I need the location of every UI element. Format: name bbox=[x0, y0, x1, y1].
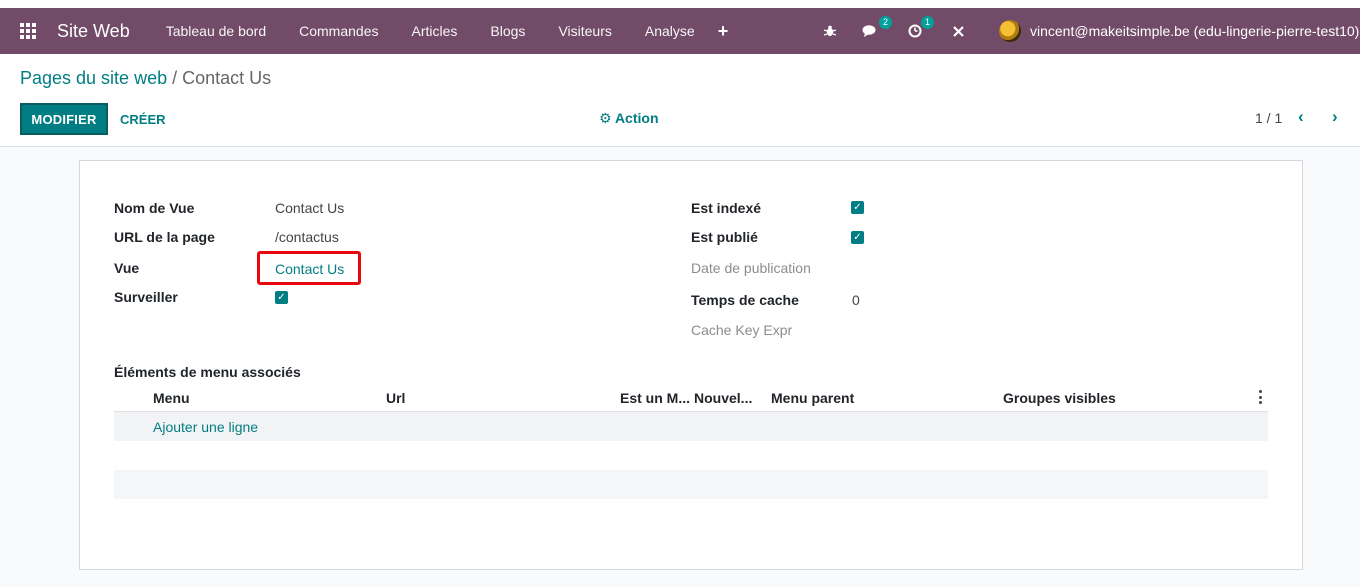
view-name-label: Nom de Vue bbox=[114, 200, 195, 216]
activities-clock-icon[interactable] bbox=[908, 8, 922, 54]
table-row bbox=[114, 470, 1268, 499]
new-content-plus-icon[interactable]: + bbox=[718, 21, 729, 42]
gear-icon: ⚙ bbox=[599, 110, 612, 126]
nav-item-blogs[interactable]: Blogs bbox=[482, 23, 533, 39]
column-header-is-mega-menu[interactable]: Est un M... bbox=[620, 390, 690, 406]
activities-count-badge: 1 bbox=[921, 16, 934, 29]
page-url-label: URL de la page bbox=[114, 229, 215, 245]
app-brand[interactable]: Site Web bbox=[57, 21, 130, 42]
cache-key-label: Cache Key Expr bbox=[691, 322, 793, 338]
track-label: Surveiller bbox=[114, 289, 178, 305]
nav-item-dashboard[interactable]: Tableau de bord bbox=[158, 23, 274, 39]
column-header-menu[interactable]: Menu bbox=[153, 390, 190, 406]
indexed-checkbox[interactable]: ✓ bbox=[851, 201, 864, 214]
debug-bug-icon[interactable] bbox=[823, 8, 837, 54]
cache-time-field[interactable]: 0 bbox=[852, 292, 860, 308]
published-label: Est publié bbox=[691, 229, 758, 245]
nav-item-visitors[interactable]: Visiteurs bbox=[550, 23, 619, 39]
nav-item-articles[interactable]: Articles bbox=[404, 23, 466, 39]
column-header-visible-groups[interactable]: Groupes visibles bbox=[1003, 390, 1116, 406]
user-name: vincent@makeitsimple.be (edu-lingerie-pi… bbox=[1030, 23, 1360, 39]
messages-icon[interactable] bbox=[862, 8, 880, 54]
menu-items-title: Éléments de menu associés bbox=[114, 364, 301, 380]
create-button[interactable]: CRÉER bbox=[120, 103, 166, 135]
indexed-label: Est indexé bbox=[691, 200, 762, 216]
add-line-link[interactable]: Ajouter une ligne bbox=[153, 419, 258, 435]
user-menu[interactable]: vincent@makeitsimple.be (edu-lingerie-pi… bbox=[999, 8, 1359, 54]
breadcrumb: Pages du site web / Contact Us bbox=[20, 68, 271, 89]
table-row bbox=[114, 441, 1268, 470]
view-name-field[interactable]: Contact Us bbox=[275, 200, 344, 216]
breadcrumb-separator: / bbox=[172, 68, 178, 88]
menu-table-header: Menu Url Est un M... Nouvel... Menu pare… bbox=[114, 384, 1268, 412]
pager-next-icon[interactable]: › bbox=[1332, 107, 1338, 127]
column-header-new-window[interactable]: Nouvel... bbox=[694, 390, 752, 406]
breadcrumb-current: Contact Us bbox=[182, 68, 272, 88]
publish-date-label: Date de publication bbox=[691, 260, 811, 276]
page-url-field[interactable]: /contactus bbox=[275, 229, 339, 245]
nav-item-orders[interactable]: Commandes bbox=[291, 23, 386, 39]
nav-item-analytics[interactable]: Analyse bbox=[637, 23, 703, 39]
add-line-row: Ajouter une ligne bbox=[114, 412, 1268, 441]
action-menu-button[interactable]: ⚙ Action bbox=[599, 110, 659, 127]
pager-value[interactable]: 1 / 1 bbox=[1255, 110, 1282, 126]
highlight-box bbox=[257, 251, 361, 285]
view-label: Vue bbox=[114, 260, 140, 276]
top-navbar: Site Web Tableau de bord Commandes Artic… bbox=[0, 8, 1360, 54]
user-avatar bbox=[999, 20, 1021, 42]
track-checkbox[interactable]: ✓ bbox=[275, 291, 288, 304]
apps-menu-icon[interactable] bbox=[20, 23, 36, 39]
edit-button[interactable]: MODIFIER bbox=[20, 103, 108, 135]
column-header-parent-menu[interactable]: Menu parent bbox=[771, 390, 854, 406]
cache-time-label: Temps de cache bbox=[691, 292, 799, 308]
breadcrumb-parent-link[interactable]: Pages du site web bbox=[20, 68, 167, 88]
messages-count-badge: 2 bbox=[879, 16, 892, 29]
pager-previous-icon[interactable]: ‹ bbox=[1298, 107, 1304, 127]
tools-close-icon[interactable] bbox=[952, 8, 965, 54]
action-label: Action bbox=[614, 110, 659, 126]
published-checkbox[interactable]: ✓ bbox=[851, 231, 864, 244]
column-header-url[interactable]: Url bbox=[386, 390, 405, 406]
optional-columns-icon[interactable] bbox=[1259, 390, 1262, 404]
